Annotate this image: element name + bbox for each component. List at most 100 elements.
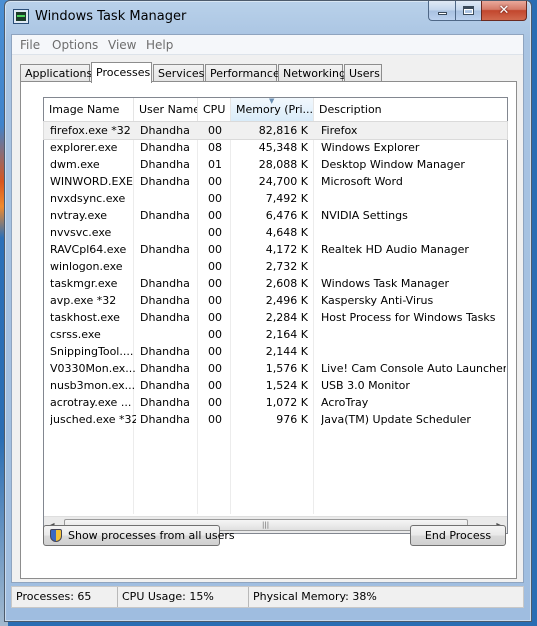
column-memory-label: Memory (Pri... xyxy=(236,103,314,116)
cell-name: RAVCpl64.exe xyxy=(50,243,127,256)
cell-description: Host Process for Windows Tasks xyxy=(321,311,496,324)
tab-processes[interactable]: Processes xyxy=(91,62,152,83)
cell-name: nvtray.exe xyxy=(50,209,108,222)
cell-description: Microsoft Word xyxy=(321,175,403,188)
cell-description: Firefox xyxy=(321,124,358,137)
cell-description: NVIDIA Settings xyxy=(321,209,408,222)
cell-memory: 45,348 K xyxy=(258,141,308,154)
cell-description xyxy=(321,343,506,360)
cell-cpu: 00 xyxy=(208,260,222,273)
cell-memory: 2,164 K xyxy=(265,328,308,341)
cell-memory: 1,576 K xyxy=(265,362,308,375)
title-bar[interactable]: Windows Task Manager ✕ xyxy=(5,1,531,31)
cell-description: Realtek HD Audio Manager xyxy=(321,243,469,256)
table-row[interactable]: RAVCpl64.exe Dhandha 00 4,172 K Realtek HD A… xyxy=(44,241,507,258)
table-row[interactable]: nusb3mon.ex... Dhandha 00 1,524 K USB 3.0 Mo… xyxy=(44,377,507,394)
column-user-name[interactable]: User Name xyxy=(134,98,198,122)
table-row[interactable]: nvxdsync.exe 00 7,492 K xyxy=(44,190,507,207)
cell-user: Dhandha xyxy=(140,243,190,256)
cell-user: Dhandha xyxy=(140,345,190,358)
cell-cpu: 00 xyxy=(208,226,222,239)
table-row[interactable]: taskhost.exe Dhandha 00 2,284 K Host Process… xyxy=(44,309,507,326)
task-manager-icon xyxy=(13,9,29,24)
menu-options[interactable]: Options xyxy=(52,38,98,52)
show-all-users-button[interactable]: Show processes from all users xyxy=(43,525,235,546)
menu-file[interactable]: File xyxy=(20,38,40,52)
status-bar: Processes: 65 CPU Usage: 15% Physical Me… xyxy=(11,586,524,608)
table-row[interactable]: WINWORD.EXE Dhandha 00 24,700 K Microsoft Wo… xyxy=(44,173,507,190)
tab-performance[interactable]: Performance xyxy=(205,64,280,82)
cell-user: Dhandha xyxy=(140,413,190,426)
table-row[interactable]: winlogon.exe 00 2,732 K xyxy=(44,258,507,275)
table-row[interactable]: nvtray.exe Dhandha 00 6,476 K NVIDIA Setting… xyxy=(44,207,507,224)
table-row[interactable]: acrotray.exe ... Dhandha 00 1,072 K AcroTray xyxy=(44,394,507,411)
table-row[interactable]: SnippingTool.... Dhandha 00 2,144 K xyxy=(44,343,507,360)
client-area: File Options View Help Applications Proc… xyxy=(11,34,524,583)
cell-user xyxy=(140,326,200,343)
processes-panel: Image Name User Name CPU ▼ Memory (Pri..… xyxy=(20,81,517,579)
cell-cpu: 00 xyxy=(208,192,222,205)
cell-name: WINWORD.EXE xyxy=(50,175,133,188)
column-cpu[interactable]: CPU xyxy=(198,98,231,122)
cell-cpu: 00 xyxy=(208,277,222,290)
cell-name: acrotray.exe ... xyxy=(50,396,132,409)
status-cpu-usage: CPU Usage: 15% xyxy=(118,587,249,607)
tab-users[interactable]: Users xyxy=(344,64,382,82)
end-process-button[interactable]: End Process xyxy=(410,525,506,546)
maximize-button[interactable] xyxy=(455,1,481,21)
cell-cpu: 00 xyxy=(208,362,222,375)
cell-user xyxy=(140,258,200,275)
column-image-name[interactable]: Image Name xyxy=(44,98,134,122)
cell-name: avp.exe *32 xyxy=(50,294,117,307)
cell-cpu: 08 xyxy=(208,141,222,154)
tab-applications[interactable]: Applications xyxy=(20,64,92,82)
menu-help[interactable]: Help xyxy=(146,38,173,52)
cell-description: Desktop Window Manager xyxy=(321,158,465,171)
menu-bar: File Options View Help xyxy=(12,35,523,55)
cell-memory: 2,732 K xyxy=(265,260,308,273)
tab-networking[interactable]: Networking xyxy=(278,64,346,82)
cell-cpu: 01 xyxy=(208,158,222,171)
cell-memory: 1,524 K xyxy=(265,379,308,392)
table-row[interactable]: jusched.exe *32 Dhandha 00 976 K Java(TM) Up… xyxy=(44,411,507,428)
column-memory[interactable]: ▼ Memory (Pri... xyxy=(231,98,314,122)
minimize-button[interactable] xyxy=(428,1,455,21)
tab-services[interactable]: Services xyxy=(153,64,204,82)
cell-cpu: 00 xyxy=(208,396,222,409)
table-row[interactable]: firefox.exe *32 Dhandha 00 82,816 K Firefox xyxy=(43,121,508,140)
cell-memory: 2,284 K xyxy=(265,311,308,324)
cell-user xyxy=(140,224,200,241)
cell-memory: 6,476 K xyxy=(265,209,308,222)
task-manager-window: Windows Task Manager ✕ File Options View… xyxy=(4,0,532,622)
cell-name: nvxdsync.exe xyxy=(50,192,126,205)
table-row[interactable]: explorer.exe Dhandha 08 45,348 K Windows Exp… xyxy=(44,139,507,156)
cell-memory: 976 K xyxy=(276,413,308,426)
cell-user: Dhandha xyxy=(140,277,190,290)
close-button[interactable]: ✕ xyxy=(481,1,527,21)
grip-icon: ||| xyxy=(262,521,270,529)
menu-view[interactable]: View xyxy=(108,38,136,52)
table-row[interactable]: nvvsvc.exe 00 4,648 K xyxy=(44,224,507,241)
table-row[interactable]: csrss.exe 00 2,164 K xyxy=(44,326,507,343)
cell-description: Live! Cam Console Auto Launcher xyxy=(321,362,506,375)
table-row[interactable]: avp.exe *32 Dhandha 00 2,496 K Kaspersky Ant… xyxy=(44,292,507,309)
cell-cpu: 00 xyxy=(208,175,222,188)
column-description[interactable]: Description xyxy=(314,98,509,122)
cell-description xyxy=(321,326,506,343)
cell-user: Dhandha xyxy=(140,311,190,324)
cell-memory: 4,648 K xyxy=(265,226,308,239)
cell-name: taskhost.exe xyxy=(50,311,120,324)
cell-user: Dhandha xyxy=(140,379,190,392)
table-row[interactable]: taskmgr.exe Dhandha 00 2,608 K Windows Task … xyxy=(44,275,507,292)
cell-memory: 24,700 K xyxy=(258,175,308,188)
cell-memory: 2,608 K xyxy=(265,277,308,290)
cell-user: Dhandha xyxy=(140,396,190,409)
table-row[interactable]: V0330Mon.ex... Dhandha 00 1,576 K Live! Cam … xyxy=(44,360,507,377)
status-processes: Processes: 65 xyxy=(12,587,118,607)
cell-name: SnippingTool.... xyxy=(50,345,134,358)
close-icon: ✕ xyxy=(498,3,510,18)
cell-description: Windows Task Manager xyxy=(321,277,450,290)
caption-buttons: ✕ xyxy=(428,1,527,21)
table-row[interactable]: dwm.exe Dhandha 01 28,088 K Desktop Window M… xyxy=(44,156,507,173)
process-list[interactable]: Image Name User Name CPU ▼ Memory (Pri..… xyxy=(43,97,508,534)
